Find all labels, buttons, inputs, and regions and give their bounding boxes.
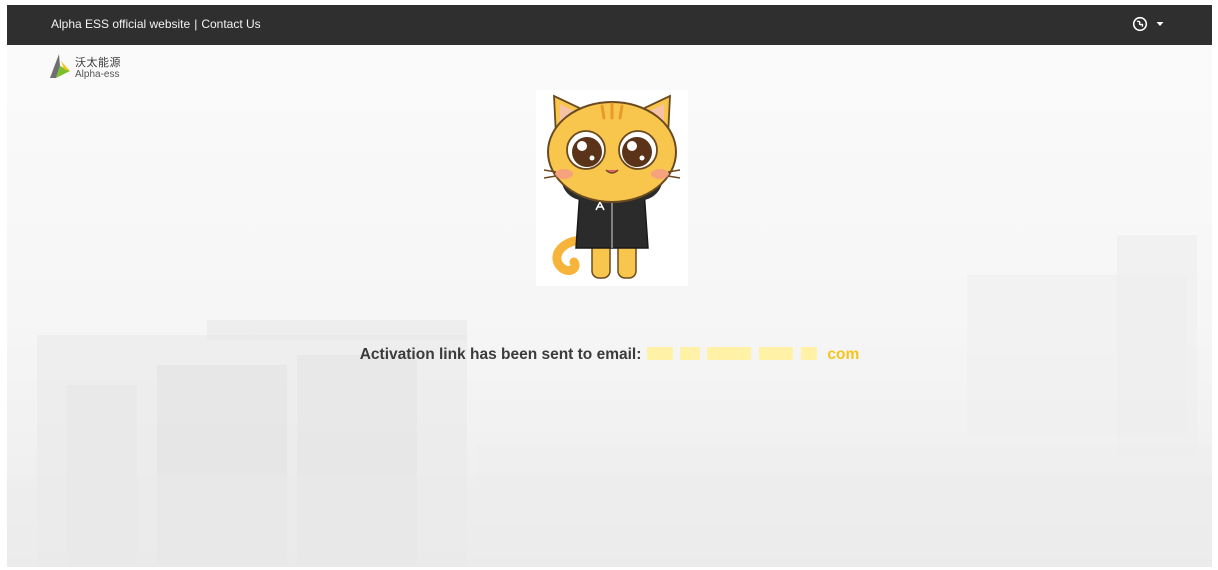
language-switcher[interactable] <box>1132 16 1164 32</box>
email-domain-suffix: com <box>827 346 860 363</box>
alpha-ess-logo[interactable]: 沃太能源 Alpha-ess <box>49 53 121 84</box>
link-separator: | <box>194 17 198 31</box>
activation-message-text: Activation link has been sent to email: <box>359 346 642 363</box>
caret-down-icon <box>1156 21 1164 27</box>
contact-us-link[interactable]: Contact Us <box>201 17 260 31</box>
redacted-email <box>647 346 827 361</box>
globe-icon <box>1132 16 1148 32</box>
logo-english-name: Alpha-ess <box>75 68 120 80</box>
cat-mascot-image <box>536 90 688 286</box>
top-links: Alpha ESS official website | Contact Us <box>51 17 261 31</box>
page-frame: Alpha ESS official website |Contact Us <box>7 5 1212 567</box>
logo-chinese-name: 沃太能源 <box>75 56 121 69</box>
official-website-link[interactable]: Alpha ESS official website <box>51 17 190 31</box>
top-bar: Alpha ESS official website | Contact Us <box>7 5 1212 45</box>
logo-mark-icon <box>49 53 71 84</box>
activation-message: Activation link has been sent to email: c… <box>7 346 1212 364</box>
